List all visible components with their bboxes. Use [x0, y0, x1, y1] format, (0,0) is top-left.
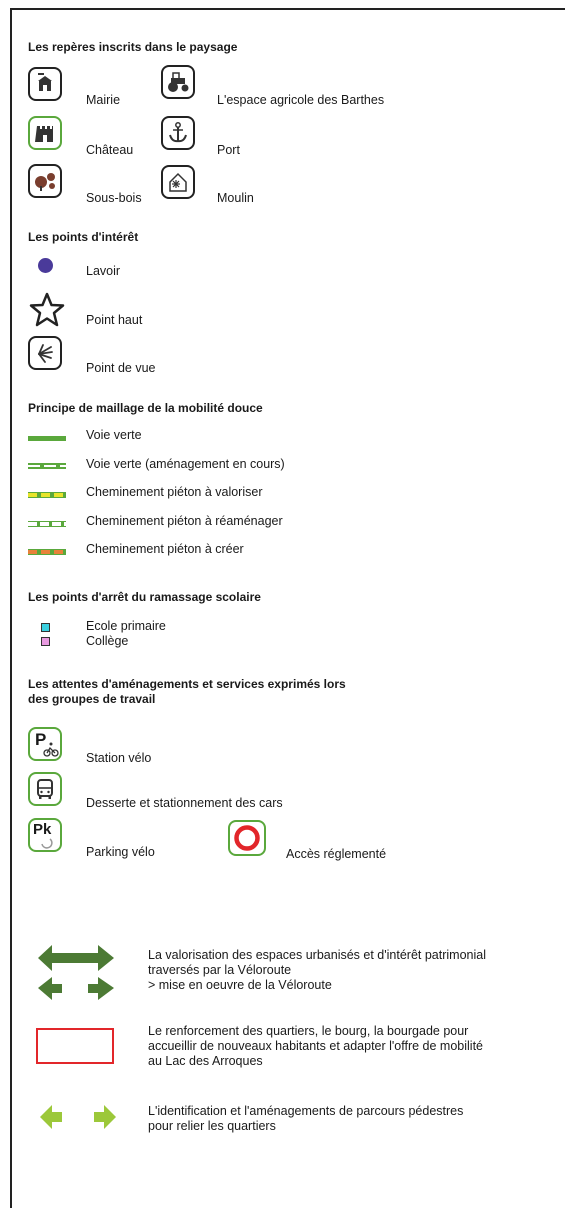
- enjeu-identification-line2: pour relier les quartiers: [148, 1119, 276, 1133]
- college-square-icon: [41, 637, 50, 646]
- enjeu-valorisation-line3: > mise en oeuvre de la Véloroute: [148, 978, 332, 992]
- legend-label-barthes: L'espace agricole des Barthes: [217, 93, 385, 107]
- section-title-scolaire: Les points d'arrêt du ramassage scolaire: [28, 590, 261, 604]
- tractor-icon: [161, 65, 195, 99]
- lavoir-dot-icon: [38, 258, 53, 273]
- legend-label-moulin: Moulin: [217, 191, 254, 205]
- mill-icon: [161, 165, 195, 199]
- line-pieton-reamenager: [28, 521, 66, 527]
- enjeu-renforcement-line2: accueillir de nouveaux habitants et adap…: [148, 1039, 484, 1053]
- no-entry-icon: [228, 820, 266, 856]
- legend-label-mairie: Mairie: [86, 93, 121, 107]
- legend-label-pieton-creer: Cheminement piéton à créer: [86, 542, 244, 556]
- line-pieton-creer: [28, 549, 66, 555]
- legend-label-voie-verte: Voie verte: [86, 428, 142, 442]
- legend-label-parking-velo: Parking vélo: [86, 845, 155, 859]
- line-voie-verte-en-cours: [28, 463, 66, 469]
- enjeu-valorisation-line1: La valorisation des espaces urbanisés et…: [148, 948, 486, 962]
- line-voie-verte: [28, 436, 66, 441]
- legend-label-point-de-vue: Point de vue: [86, 361, 156, 375]
- legend-label-ecole: Ecole primaire: [86, 619, 166, 633]
- enjeu-identification-line1: L'identification et l'aménagements de pa…: [148, 1104, 464, 1118]
- legend-label-station-velo: Station vélo: [86, 751, 152, 765]
- legend-label-acces-reglemente: Accès réglementé: [286, 847, 387, 861]
- line-pieton-valoriser: [28, 492, 66, 498]
- legend-label-pieton-valoriser: Cheminement piéton à valoriser: [86, 485, 263, 499]
- legend-label-lavoir: Lavoir: [86, 264, 121, 278]
- legend-label-desserte-cars: Desserte et stationnement des cars: [86, 796, 283, 810]
- section-title-mobilite: Principe de maillage de la mobilité douc…: [28, 401, 263, 415]
- legend-label-college: Collège: [86, 634, 129, 648]
- legend-label-chateau: Château: [86, 143, 134, 157]
- double-arrow-icon: [38, 945, 114, 1000]
- enjeu-renforcement-line1: Le renforcement des quartiers, le bourg,…: [148, 1024, 469, 1038]
- legend-label-point-haut: Point haut: [86, 313, 143, 327]
- section-title-reperes: Les repères inscrits dans le paysage: [28, 40, 238, 54]
- trees-icon: [28, 164, 62, 198]
- bus-icon: [28, 772, 62, 806]
- light-green-arrows-icon: [40, 1105, 116, 1129]
- castle-icon: [28, 116, 62, 150]
- mairie-icon: [28, 67, 62, 101]
- section-title-attentes-line1: Les attentes d'aménagements et services …: [28, 677, 346, 691]
- section-title-interet: Les points d'intérêt: [28, 230, 139, 244]
- star-icon: [29, 292, 65, 327]
- enjeu-renforcement-line3: au Lac des Arroques: [148, 1054, 263, 1068]
- legend-label-voie-verte-en-cours: Voie verte (aménagement en cours): [86, 457, 285, 471]
- legend-label-port: Port: [217, 143, 240, 157]
- bike-parking-icon: Pk: [28, 818, 62, 852]
- red-rectangle-icon: [36, 1028, 114, 1064]
- enjeu-valorisation-line2: traversés par la Véloroute: [148, 963, 292, 977]
- anchor-icon: [161, 116, 195, 150]
- legend-label-sous-bois: Sous-bois: [86, 191, 142, 205]
- bike-station-icon: P: [28, 727, 62, 761]
- legend-label-pieton-reamenager: Cheminement piéton à réaménager: [86, 514, 283, 528]
- section-title-attentes-line2: des groupes de travail: [28, 692, 156, 706]
- viewpoint-icon: [28, 336, 62, 370]
- ecole-square-icon: [41, 623, 50, 632]
